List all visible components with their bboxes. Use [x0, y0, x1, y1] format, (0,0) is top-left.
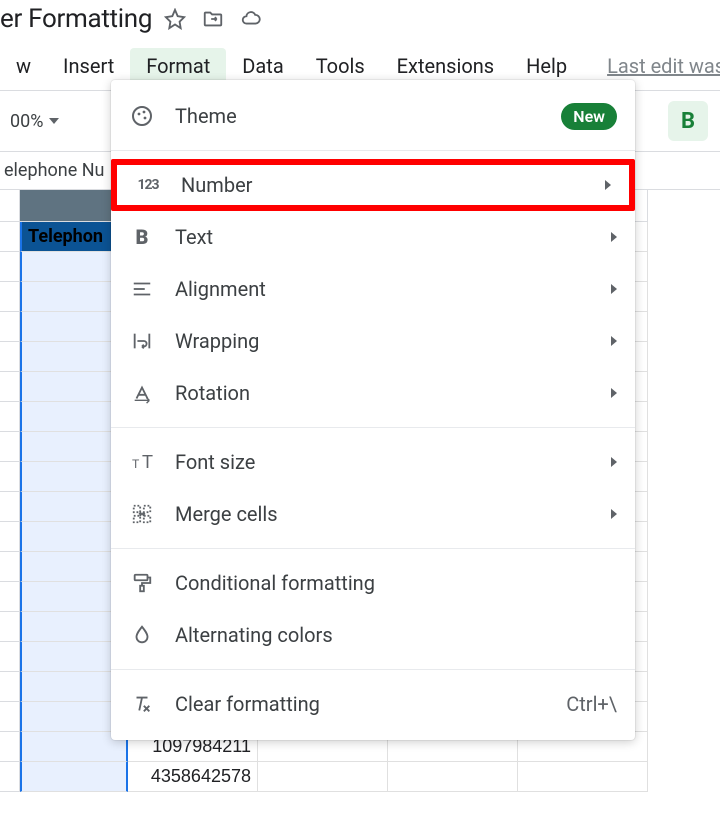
new-badge: New	[561, 103, 617, 130]
star-icon[interactable]	[164, 8, 186, 30]
menu-merge-cells[interactable]: Merge cells	[111, 488, 635, 540]
submenu-arrow-icon	[611, 232, 617, 242]
align-left-icon	[129, 276, 155, 302]
paint-roller-icon	[129, 570, 155, 596]
menu-format[interactable]: Format	[130, 48, 226, 84]
row-number[interactable]	[0, 612, 20, 642]
droplet-icon	[129, 622, 155, 648]
submenu-arrow-icon	[611, 388, 617, 398]
format-menu-dropdown: Theme New 123 Number B Text Alignment Wr…	[111, 80, 635, 740]
text-rotation-icon	[129, 380, 155, 406]
row-number[interactable]	[0, 342, 20, 372]
keyboard-shortcut: Ctrl+\	[566, 692, 617, 716]
menu-alternating-colors[interactable]: Alternating colors	[111, 609, 635, 661]
menu-view[interactable]: w	[0, 48, 47, 84]
font-size-icon: TT	[129, 449, 155, 475]
menu-label: Clear formatting	[175, 692, 566, 716]
select-all-cell[interactable]	[0, 190, 20, 222]
bold-b-icon: B	[129, 224, 155, 250]
caret-down-icon	[49, 118, 59, 124]
menu-rotation[interactable]: Rotation	[111, 367, 635, 419]
row-number[interactable]	[0, 522, 20, 552]
submenu-arrow-icon	[611, 284, 617, 294]
cell[interactable]	[20, 762, 128, 792]
cell[interactable]	[258, 762, 388, 792]
menu-label: Merge cells	[175, 502, 611, 526]
menu-theme[interactable]: Theme New	[111, 90, 635, 142]
menu-label: Theme	[175, 104, 561, 128]
submenu-arrow-icon	[611, 336, 617, 346]
document-title[interactable]: er Formatting	[0, 4, 152, 34]
menu-label: Text	[175, 225, 611, 249]
row-number[interactable]	[0, 552, 20, 582]
menu-divider	[111, 548, 635, 549]
last-edit-link[interactable]: Last edit was	[607, 54, 720, 78]
zoom-selector[interactable]: 00%	[0, 111, 69, 132]
cell[interactable]: 4358642578	[128, 762, 258, 792]
row-number[interactable]	[0, 402, 20, 432]
row-number[interactable]	[0, 282, 20, 312]
menu-help[interactable]: Help	[510, 48, 583, 84]
svg-text:T: T	[142, 452, 153, 472]
menu-clear-formatting[interactable]: Clear formatting Ctrl+\	[111, 678, 635, 730]
zoom-value: 00%	[10, 111, 43, 132]
menu-tools[interactable]: Tools	[300, 48, 381, 84]
menu-font-size[interactable]: TT Font size	[111, 436, 635, 488]
clear-format-icon	[129, 691, 155, 717]
row-number[interactable]	[0, 252, 20, 282]
menu-insert[interactable]: Insert	[47, 48, 130, 84]
move-folder-icon[interactable]	[202, 8, 224, 30]
menu-label: Rotation	[175, 381, 611, 405]
row-number[interactable]	[0, 372, 20, 402]
row-number[interactable]	[0, 222, 20, 252]
row-number[interactable]	[0, 432, 20, 462]
row-number[interactable]	[0, 672, 20, 702]
menu-divider	[111, 427, 635, 428]
menu-divider	[111, 150, 635, 151]
menu-extensions[interactable]: Extensions	[381, 48, 510, 84]
palette-icon	[129, 103, 155, 129]
submenu-arrow-icon	[611, 509, 617, 519]
row-number[interactable]	[0, 462, 20, 492]
menu-text[interactable]: B Text	[111, 211, 635, 263]
menu-label: Wrapping	[175, 329, 611, 353]
menu-divider	[111, 669, 635, 670]
menu-label: Font size	[175, 450, 611, 474]
menu-conditional-formatting[interactable]: Conditional formatting	[111, 557, 635, 609]
row-number[interactable]	[0, 642, 20, 672]
menu-label: Number	[181, 173, 605, 197]
svg-text:T: T	[132, 457, 140, 471]
text-wrap-icon	[129, 328, 155, 354]
title-row: er Formatting	[0, 0, 720, 42]
row-number[interactable]	[0, 702, 20, 732]
cloud-save-icon[interactable]	[240, 8, 262, 30]
menu-label: Conditional formatting	[175, 571, 617, 595]
menu-alignment[interactable]: Alignment	[111, 263, 635, 315]
bold-button[interactable]: B	[668, 101, 708, 141]
cell[interactable]	[518, 762, 648, 792]
merge-cells-icon	[129, 501, 155, 527]
menu-wrapping[interactable]: Wrapping	[111, 315, 635, 367]
row-number[interactable]	[0, 582, 20, 612]
menu-label: Alternating colors	[175, 623, 617, 647]
row-number[interactable]	[0, 312, 20, 342]
number-123-icon: 123	[135, 172, 161, 198]
menu-data[interactable]: Data	[226, 48, 299, 84]
submenu-arrow-icon	[611, 457, 617, 467]
submenu-arrow-icon	[605, 180, 611, 190]
row-number[interactable]	[0, 762, 20, 792]
cell[interactable]	[388, 762, 518, 792]
row-number[interactable]	[0, 492, 20, 522]
row-number[interactable]	[0, 732, 20, 762]
menu-number[interactable]: 123 Number	[111, 159, 635, 211]
menu-label: Alignment	[175, 277, 611, 301]
